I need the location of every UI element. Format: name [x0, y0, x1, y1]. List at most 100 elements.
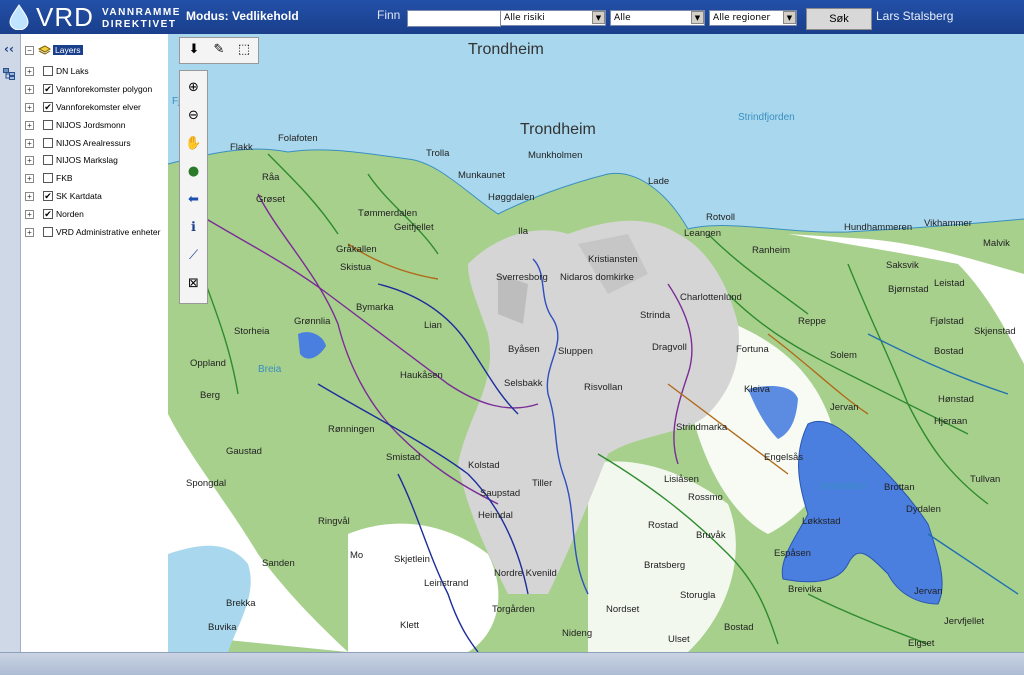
layers-root-label: Layers: [53, 45, 83, 55]
search-label: Finn: [377, 8, 401, 22]
place-label: Sverresborg: [496, 272, 548, 283]
place-label: Byåsen: [508, 344, 540, 355]
layer-label: NIJOS Jordsmonn: [56, 120, 126, 130]
draw-area-icon[interactable]: ⬚: [234, 40, 254, 60]
full-extent-icon[interactable]: ⊠: [183, 273, 204, 294]
place-label: Rostad: [648, 520, 678, 531]
place-label: Jervan: [830, 402, 859, 413]
layer-checkbox[interactable]: [43, 66, 53, 76]
place-label: Storugla: [680, 590, 716, 601]
place-label: Kleiva: [744, 384, 771, 395]
risk-select-value: Alle risiki: [504, 13, 545, 23]
place-label: Elgset: [908, 638, 935, 649]
risk-select[interactable]: Alle risiki ▼: [500, 10, 606, 26]
logo-sub1: VANNRAMME: [102, 7, 181, 18]
place-label: Gråkallen: [336, 244, 377, 255]
layer-checkbox[interactable]: [43, 173, 53, 183]
place-label: Jervfjellet: [944, 616, 984, 627]
place-label: Brottan: [884, 482, 915, 493]
place-label: Lade: [648, 176, 669, 187]
place-label: Torgården: [492, 604, 535, 615]
expand-toggle[interactable]: +: [25, 67, 34, 76]
place-label: Solem: [830, 350, 857, 361]
measure-icon[interactable]: ⟋: [183, 245, 204, 266]
expand-toggle[interactable]: +: [25, 174, 34, 183]
expand-toggle[interactable]: +: [25, 121, 34, 130]
place-label: Bratsberg: [644, 560, 685, 571]
place-label: Leinstrand: [424, 578, 468, 589]
place-label: Jervan: [914, 586, 943, 597]
place-label: Rotvoll: [706, 212, 735, 223]
search-button[interactable]: Søk: [806, 8, 872, 30]
place-label: Nideng: [562, 628, 592, 639]
map-view[interactable]: Trondheim Trondheim Fjorden Strindfjorde…: [168, 34, 1024, 652]
region-select-value: Alle regioner: [713, 13, 771, 23]
expand-toggle[interactable]: +: [25, 192, 34, 201]
place-label: Skjetlein: [394, 554, 430, 565]
place-label: Skistua: [340, 262, 372, 273]
place-label: Buvika: [208, 622, 237, 633]
layer-checkbox[interactable]: ✔: [43, 191, 53, 201]
layer-checkbox[interactable]: [43, 138, 53, 148]
place-label: Tømmerdalen: [358, 208, 417, 219]
expand-toggle[interactable]: +: [25, 139, 34, 148]
map-canvas[interactable]: Trondheim Trondheim Fjorden Strindfjorde…: [168, 34, 1024, 652]
place-label: Sluppen: [558, 346, 593, 357]
expand-toggle[interactable]: +: [25, 210, 34, 219]
place-label: Nidaros domkirke: [560, 272, 634, 283]
expand-toggle[interactable]: +: [25, 156, 34, 165]
place-label: Klett: [400, 620, 419, 631]
region-select[interactable]: Alle regioner ▼: [709, 10, 797, 26]
layer-checkbox[interactable]: ✔: [43, 84, 53, 94]
place-label: Strinda: [640, 310, 671, 321]
select-tool-icon[interactable]: ⬇: [184, 40, 204, 60]
place-label: Hundhammeren: [844, 222, 912, 233]
place-label: Bymarka: [356, 302, 394, 313]
pan-hand-icon[interactable]: ✋: [183, 133, 204, 154]
layer-label: DN Laks: [56, 66, 89, 76]
place-label: Sanden: [262, 558, 295, 569]
layer-label: Norden: [56, 209, 84, 219]
zoom-in-icon[interactable]: ⊕: [183, 77, 204, 98]
layer-label: NIJOS Markslag: [56, 155, 118, 165]
water-drop-icon: [9, 4, 29, 30]
map-edit-toolbar: ⬇ ✎ ⬚: [179, 37, 259, 64]
layer-checkbox[interactable]: [43, 227, 53, 237]
dropdown-arrow-icon[interactable]: ▼: [592, 11, 605, 24]
globe-icon[interactable]: ●: [183, 161, 204, 182]
expand-toggle[interactable]: +: [25, 103, 34, 112]
place-label: Mo: [350, 550, 363, 561]
user-name: Lars Stalsberg: [876, 9, 954, 23]
map-nav-toolbar: ⊕ ⊖ ✋ ● ⬅ ℹ ⟋ ⊠: [179, 70, 208, 304]
layers-tree-icon[interactable]: [3, 68, 16, 81]
layer-checkbox[interactable]: [43, 155, 53, 165]
place-label: Trolla: [426, 148, 450, 159]
dropdown-arrow-icon[interactable]: ▼: [691, 11, 704, 24]
collapse-panel-button[interactable]: ‹‹: [4, 42, 14, 56]
logo-sub2: DIREKTIVET: [102, 19, 177, 30]
layer-checkbox[interactable]: ✔: [43, 209, 53, 219]
zoom-out-icon[interactable]: ⊖: [183, 105, 204, 126]
expand-toggle[interactable]: +: [25, 85, 34, 94]
back-arrow-icon[interactable]: ⬅: [183, 189, 204, 210]
layer-label: Vannforekomster elver: [56, 102, 141, 112]
collapse-toggle[interactable]: −: [25, 46, 34, 55]
place-label: Ringvål: [318, 516, 350, 527]
place-label: Hjeraan: [934, 416, 967, 427]
layer-checkbox[interactable]: [43, 120, 53, 130]
expand-toggle[interactable]: +: [25, 228, 34, 237]
place-label: Høggdalen: [488, 192, 534, 203]
info-icon[interactable]: ℹ: [183, 217, 204, 238]
map-title-center: Trondheim: [520, 121, 596, 138]
type-select[interactable]: Alle ▼: [610, 10, 705, 26]
place-label: Engelsås: [764, 452, 803, 463]
place-label: Risvollan: [584, 382, 623, 393]
left-rail: ‹‹: [0, 34, 21, 652]
place-label: Løkkstad: [802, 516, 841, 527]
layer-checkbox[interactable]: ✔: [43, 102, 53, 112]
dropdown-arrow-icon[interactable]: ▼: [783, 11, 796, 24]
place-label: Oppland: [190, 358, 226, 369]
search-input[interactable]: [407, 10, 501, 27]
pencil-icon[interactable]: ✎: [209, 40, 229, 60]
layers-folder-icon: [38, 45, 51, 55]
